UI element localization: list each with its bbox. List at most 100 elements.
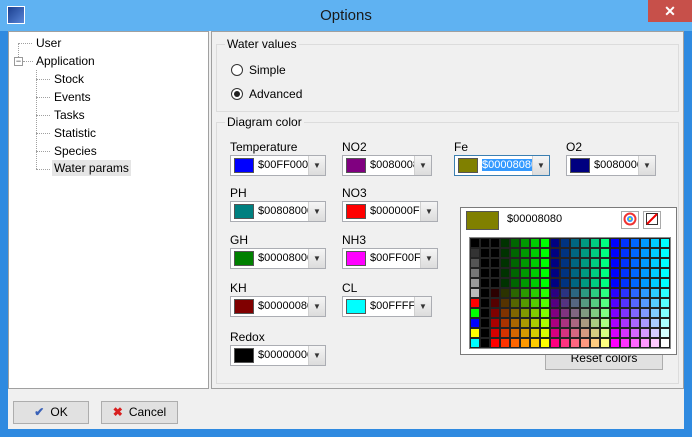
palette-cell[interactable] (560, 278, 570, 288)
simple-radio[interactable] (231, 64, 243, 76)
palette-cell[interactable] (480, 248, 490, 258)
color-combo-1[interactable]: $00800080 ▼ (342, 155, 432, 176)
chevron-down-icon[interactable]: ▼ (414, 156, 431, 175)
palette-cell[interactable] (660, 318, 670, 328)
palette-cell[interactable] (610, 298, 620, 308)
palette-cell[interactable] (480, 288, 490, 298)
palette-cell[interactable] (490, 248, 500, 258)
palette-cell[interactable] (530, 258, 540, 268)
palette-cell[interactable] (580, 248, 590, 258)
palette-cell[interactable] (520, 308, 530, 318)
palette-cell[interactable] (570, 268, 580, 278)
palette-cell[interactable] (530, 298, 540, 308)
palette-cell[interactable] (560, 328, 570, 338)
palette-cell[interactable] (560, 288, 570, 298)
palette-cell[interactable] (640, 238, 650, 248)
palette-cell[interactable] (590, 338, 600, 348)
palette-cell[interactable] (570, 258, 580, 268)
palette-cell[interactable] (640, 258, 650, 268)
palette-cell[interactable] (530, 268, 540, 278)
palette-cell[interactable] (540, 308, 550, 318)
palette-cell[interactable] (490, 318, 500, 328)
palette-cell[interactable] (550, 298, 560, 308)
palette-cell[interactable] (610, 278, 620, 288)
color-palette-grid[interactable] (469, 237, 671, 349)
palette-cell[interactable] (640, 308, 650, 318)
palette-cell[interactable] (560, 248, 570, 258)
palette-cell[interactable] (550, 328, 560, 338)
palette-cell[interactable] (650, 248, 660, 258)
palette-cell[interactable] (560, 268, 570, 278)
palette-cell[interactable] (570, 248, 580, 258)
palette-cell[interactable] (570, 278, 580, 288)
palette-cell[interactable] (640, 268, 650, 278)
palette-cell[interactable] (570, 298, 580, 308)
palette-cell[interactable] (500, 268, 510, 278)
color-combo-4[interactable]: $00808000 ▼ (230, 201, 326, 222)
color-combo-9[interactable]: $00FFFF00 ▼ (342, 296, 432, 317)
palette-cell[interactable] (630, 288, 640, 298)
chevron-down-icon[interactable]: ▼ (308, 346, 325, 365)
palette-cell[interactable] (480, 318, 490, 328)
palette-cell[interactable] (480, 328, 490, 338)
tree-item-application[interactable]: Application (36, 54, 95, 68)
palette-cell[interactable] (590, 268, 600, 278)
palette-cell[interactable] (660, 298, 670, 308)
palette-cell[interactable] (530, 308, 540, 318)
palette-cell[interactable] (660, 288, 670, 298)
palette-cell[interactable] (590, 328, 600, 338)
palette-cell[interactable] (580, 258, 590, 268)
palette-cell[interactable] (550, 248, 560, 258)
palette-cell[interactable] (530, 318, 540, 328)
palette-cell[interactable] (640, 278, 650, 288)
palette-cell[interactable] (490, 278, 500, 288)
palette-cell[interactable] (550, 278, 560, 288)
palette-cell[interactable] (510, 318, 520, 328)
palette-cell[interactable] (610, 248, 620, 258)
palette-cell[interactable] (500, 238, 510, 248)
palette-cell[interactable] (470, 278, 480, 288)
palette-cell[interactable] (510, 258, 520, 268)
palette-cell[interactable] (470, 308, 480, 318)
palette-cell[interactable] (590, 258, 600, 268)
palette-cell[interactable] (550, 308, 560, 318)
palette-cell[interactable] (530, 238, 540, 248)
palette-cell[interactable] (490, 308, 500, 318)
palette-cell[interactable] (540, 258, 550, 268)
palette-cell[interactable] (660, 268, 670, 278)
palette-cell[interactable] (650, 258, 660, 268)
palette-cell[interactable] (520, 318, 530, 328)
collapse-icon[interactable]: − (14, 57, 23, 66)
palette-cell[interactable] (540, 278, 550, 288)
palette-cell[interactable] (650, 278, 660, 288)
palette-cell[interactable] (630, 238, 640, 248)
chevron-down-icon[interactable]: ▼ (308, 249, 325, 268)
chevron-down-icon[interactable]: ▼ (414, 297, 431, 316)
palette-cell[interactable] (550, 338, 560, 348)
palette-cell[interactable] (570, 328, 580, 338)
palette-cell[interactable] (510, 248, 520, 258)
palette-cell[interactable] (640, 338, 650, 348)
palette-cell[interactable] (620, 248, 630, 258)
palette-cell[interactable] (470, 328, 480, 338)
palette-cell[interactable] (650, 318, 660, 328)
tree-item-events[interactable]: Events (54, 90, 91, 104)
palette-cell[interactable] (580, 268, 590, 278)
tree-item-user[interactable]: User (36, 36, 61, 50)
palette-cell[interactable] (590, 278, 600, 288)
palette-cell[interactable] (590, 248, 600, 258)
palette-cell[interactable] (590, 318, 600, 328)
palette-cell[interactable] (470, 238, 480, 248)
palette-cell[interactable] (550, 238, 560, 248)
palette-cell[interactable] (570, 238, 580, 248)
palette-cell[interactable] (660, 248, 670, 258)
palette-cell[interactable] (500, 328, 510, 338)
palette-cell[interactable] (550, 258, 560, 268)
palette-cell[interactable] (640, 298, 650, 308)
palette-cell[interactable] (500, 278, 510, 288)
tree-item-water-params[interactable]: Water params (52, 160, 131, 176)
tree-item-statistic[interactable]: Statistic (54, 126, 96, 140)
palette-cell[interactable] (500, 308, 510, 318)
palette-cell[interactable] (530, 338, 540, 348)
palette-cell[interactable] (470, 248, 480, 258)
